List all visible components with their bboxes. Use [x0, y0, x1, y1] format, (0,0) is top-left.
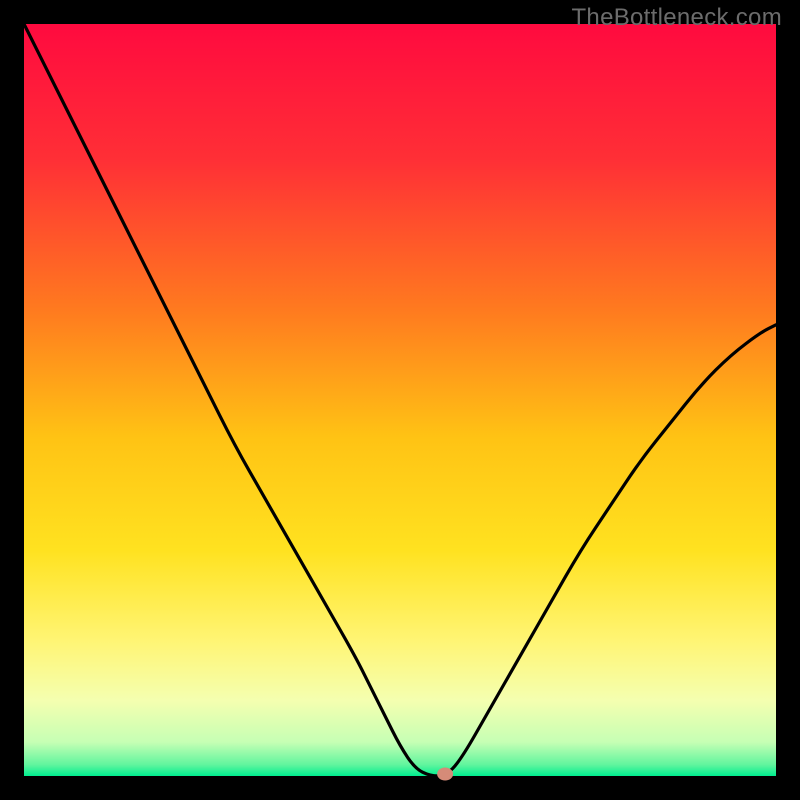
chart-container: TheBottleneck.com: [0, 0, 800, 800]
bottleneck-chart: [0, 0, 800, 800]
plot-background: [24, 24, 776, 776]
watermark-text: TheBottleneck.com: [571, 4, 782, 32]
optimum-marker: [437, 768, 453, 781]
